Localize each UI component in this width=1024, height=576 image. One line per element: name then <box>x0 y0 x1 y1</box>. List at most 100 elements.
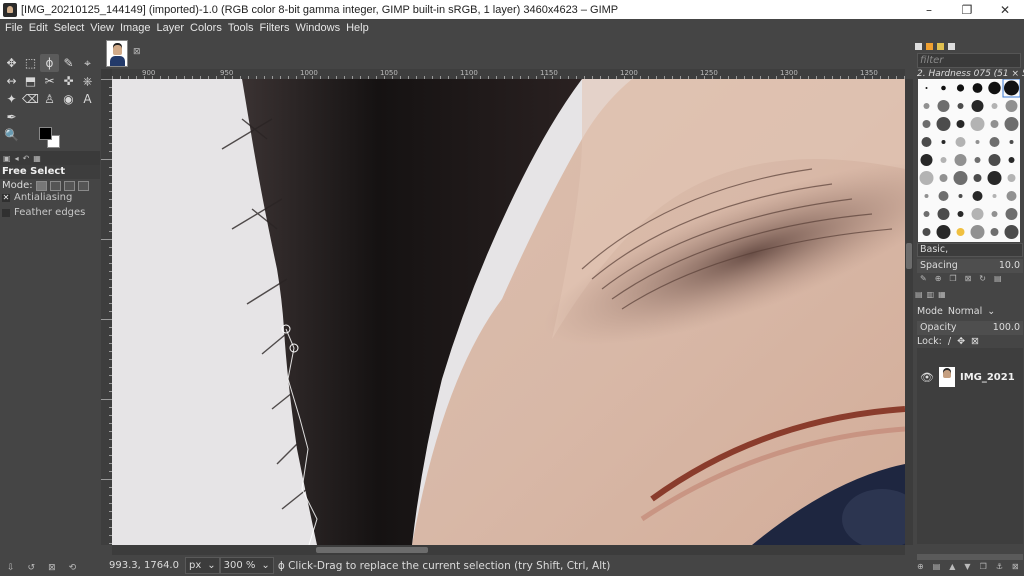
menu-windows[interactable]: Windows <box>292 19 343 38</box>
paths-tab-icon[interactable]: ▦ <box>938 290 946 299</box>
mode-intersect-button[interactable] <box>77 180 89 191</box>
document-history-tab-icon[interactable] <box>948 42 955 50</box>
brush-preset-select[interactable]: Basic, <box>917 243 1023 257</box>
brush-filter-input[interactable]: filter <box>917 53 1021 68</box>
antialiasing-option[interactable]: ✕ Antialiasing <box>2 192 72 203</box>
menu-layer[interactable]: Layer <box>154 19 188 38</box>
anchor-layer-icon[interactable]: ⚓ <box>996 562 1003 574</box>
undo-history-tab-icon[interactable]: ↶ <box>23 154 30 163</box>
menu-tools[interactable]: Tools <box>225 19 257 38</box>
ruler-corner[interactable] <box>101 69 112 79</box>
horizontal-scroll-thumb[interactable] <box>316 547 428 553</box>
image-canvas[interactable] <box>112 79 905 545</box>
menu-image[interactable]: Image <box>117 19 154 38</box>
antialiasing-checkbox[interactable]: ✕ <box>2 193 10 202</box>
color-picker-tool-icon[interactable]: ✒ <box>2 108 21 126</box>
reset-icon[interactable]: ⟲ <box>69 563 77 573</box>
menu-colors[interactable]: Colors <box>187 19 225 38</box>
horizontal-scrollbar[interactable] <box>112 545 905 555</box>
new-layer-icon[interactable]: ⊕ <box>917 562 924 574</box>
delete-preset-icon[interactable]: ⊠ <box>48 563 56 573</box>
mode-replace-button[interactable] <box>35 180 47 191</box>
free-select-tool-icon[interactable]: ϕ <box>40 54 59 72</box>
mode-subtract-button[interactable] <box>63 180 75 191</box>
lock-position-icon[interactable]: ✥ <box>957 336 965 347</box>
status-message-text: Click-Drag to replace the current select… <box>288 559 611 572</box>
tool-options-tab-icon[interactable]: ▣ <box>3 154 11 163</box>
minimize-button[interactable]: – <box>910 0 948 19</box>
feather-edges-option[interactable]: Feather edges <box>2 207 85 218</box>
menu-edit[interactable]: Edit <box>26 19 51 38</box>
new-group-icon[interactable]: ▤ <box>933 562 941 574</box>
mode-add-button[interactable] <box>49 180 61 191</box>
vertical-scrollbar[interactable] <box>905 79 913 545</box>
vertical-ruler[interactable] <box>101 79 112 545</box>
foreground-color[interactable] <box>39 127 52 140</box>
menu-select[interactable]: Select <box>51 19 88 38</box>
rect-select-tool-icon[interactable]: ⬚ <box>21 54 40 72</box>
menu-file[interactable]: File <box>2 19 26 38</box>
warp-transform-tool-icon[interactable]: ⬒ <box>21 72 40 90</box>
lock-alpha-icon[interactable]: ⊠ <box>971 336 979 347</box>
zoom-select[interactable]: 300 % ⌄ <box>219 557 274 574</box>
brushes-grid[interactable] <box>918 78 1021 242</box>
open-as-image-icon[interactable]: ▤ <box>994 274 1002 286</box>
spacing-slider[interactable]: Spacing 10.0 <box>917 259 1023 273</box>
delete-layer-icon[interactable]: ⊠ <box>1012 562 1019 574</box>
layers-tab-icon[interactable]: ▤ <box>915 290 923 299</box>
paintbrush-tool-icon[interactable]: ✜ <box>59 72 78 90</box>
feather-edges-checkbox[interactable] <box>2 208 10 217</box>
menu-help[interactable]: Help <box>343 19 372 38</box>
refresh-brushes-icon[interactable]: ↻ <box>979 274 986 286</box>
move-tool-icon[interactable]: ✥ <box>2 54 21 72</box>
horizontal-ruler[interactable]: 900 950 1000 1050 1100 1150 1200 1250 13… <box>112 69 905 79</box>
tool-options-title: Free Select <box>0 165 100 179</box>
new-brush-icon[interactable]: ⊕ <box>935 274 942 286</box>
zoom-tool-icon[interactable]: 🔍 <box>2 126 21 144</box>
menu-view[interactable]: View <box>87 19 117 38</box>
brush-preview <box>922 228 931 236</box>
smudge-tool-icon[interactable]: ⌫ <box>21 90 40 108</box>
maximize-button[interactable]: ❐ <box>948 0 986 19</box>
brushes-tab-icon[interactable] <box>915 42 922 50</box>
channels-tab-icon[interactable]: ▥ <box>927 290 935 299</box>
unit-select[interactable]: px ⌄ <box>184 557 220 574</box>
delete-brush-icon[interactable]: ⊠ <box>965 274 972 286</box>
layer-mode-select[interactable]: Normal <box>948 306 982 317</box>
bucket-fill-tool-icon[interactable]: ✂ <box>40 72 59 90</box>
duplicate-brush-icon[interactable]: ❐ <box>949 274 956 286</box>
duplicate-layer-icon[interactable]: ❐ <box>980 562 987 574</box>
close-tab-icon[interactable]: ⊠ <box>133 47 141 57</box>
lower-layer-icon[interactable]: ▼ <box>964 562 970 574</box>
fuzzy-select-tool-icon[interactable]: ✎ <box>59 54 78 72</box>
edit-brush-icon[interactable]: ✎ <box>920 274 927 286</box>
fg-bg-colors[interactable] <box>39 127 61 149</box>
brush-preview <box>975 140 980 144</box>
menu-filters[interactable]: Filters <box>257 19 293 38</box>
eye-icon[interactable]: 👁 <box>920 371 934 384</box>
lock-pixels-icon[interactable]: / <box>948 336 951 347</box>
clone-tool-icon[interactable]: ✦ <box>2 90 21 108</box>
paths-tool-icon[interactable]: ◉ <box>59 90 78 108</box>
dodge-tool-icon[interactable]: ♙ <box>40 90 59 108</box>
eraser-tool-icon[interactable]: ⎈ <box>78 72 97 90</box>
fonts-tab-icon[interactable] <box>937 42 944 50</box>
crop-tool-icon[interactable]: ⌖ <box>78 54 97 72</box>
layer-row[interactable]: 👁 IMG_2021 <box>917 364 1023 390</box>
text-tool-icon[interactable]: A <box>78 90 97 108</box>
close-button[interactable]: ✕ <box>986 0 1024 19</box>
unified-transform-tool-icon[interactable]: ↔ <box>2 72 21 90</box>
brush-preview <box>923 211 930 217</box>
save-preset-icon[interactable]: ⇩ <box>7 563 15 573</box>
raise-layer-icon[interactable]: ▲ <box>949 562 955 574</box>
brush-preview <box>991 211 998 217</box>
layers-scrollbar[interactable] <box>917 554 1023 560</box>
device-status-tab-icon[interactable]: ◂ <box>15 154 19 163</box>
patterns-tab-icon[interactable] <box>926 42 933 50</box>
image-tab-thumbnail[interactable] <box>106 40 128 67</box>
brush-preview <box>1009 140 1014 144</box>
layer-opacity-slider[interactable]: Opacity 100.0 <box>917 321 1023 335</box>
vertical-scroll-thumb[interactable] <box>906 243 912 269</box>
restore-preset-icon[interactable]: ↺ <box>28 563 36 573</box>
images-tab-icon[interactable]: ▦ <box>33 154 41 163</box>
